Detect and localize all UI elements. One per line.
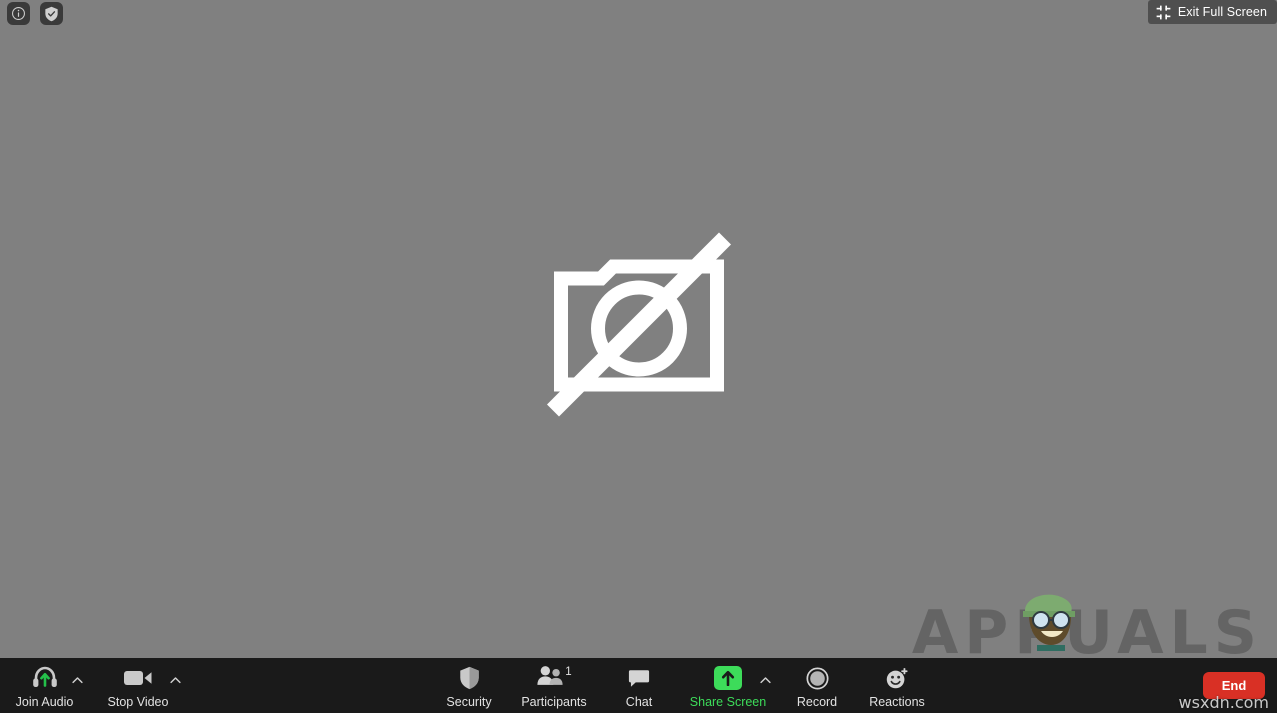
chevron-up-icon — [169, 677, 181, 684]
brand-watermark: APPUALS — [911, 598, 1263, 658]
encryption-status-button[interactable] — [40, 2, 63, 25]
toolbar-item-participants[interactable]: 1 Participants — [513, 665, 595, 709]
headset-with-up-arrow-icon — [32, 666, 57, 687]
participants-label: Participants — [521, 695, 587, 709]
end-meeting-button[interactable]: End — [1203, 672, 1265, 699]
participants-icon-wrap: 1 — [536, 665, 572, 691]
no-video-image-placeholder-icon — [546, 232, 731, 417]
chevron-up-icon — [759, 677, 771, 684]
meeting-toolbar: Join Audio Stop Video Security 1 Partici… — [0, 658, 1277, 713]
reactions-label: Reactions — [869, 695, 925, 709]
mascot-icon — [1023, 594, 1075, 651]
toolbar-item-stop-video[interactable]: Stop Video — [105, 665, 171, 709]
smiley-plus-icon — [886, 667, 907, 688]
speech-bubble-icon — [628, 669, 650, 687]
exit-full-screen-button[interactable]: Exit Full Screen — [1147, 0, 1277, 24]
share-screen-label: Share Screen — [689, 695, 767, 709]
shield-check-icon — [45, 6, 58, 21]
security-icon-wrap — [459, 665, 480, 691]
info-icon — [12, 7, 25, 20]
join-audio-label: Join Audio — [15, 695, 74, 709]
video-camera-icon — [124, 671, 152, 685]
toolbar-item-security[interactable]: Security — [438, 665, 500, 709]
chat-icon-wrap — [628, 665, 650, 691]
shield-icon — [459, 666, 479, 690]
chat-label: Chat — [625, 695, 653, 709]
stop-video-icon-wrap — [123, 665, 153, 691]
stop-video-label: Stop Video — [107, 695, 169, 709]
toolbar-item-join-audio[interactable]: Join Audio — [16, 665, 73, 709]
share-screen-up-arrow-icon — [721, 670, 735, 686]
join-audio-icon-wrap — [32, 665, 58, 691]
no-video-placeholder — [539, 225, 739, 430]
record-circle-icon — [805, 666, 829, 690]
toolbar-item-chat[interactable]: Chat — [612, 665, 666, 709]
record-label: Record — [796, 695, 838, 709]
share-screen-tile — [714, 666, 742, 690]
toolbar-item-share-screen[interactable]: Share Screen — [680, 665, 776, 709]
join-audio-options-caret[interactable] — [70, 673, 84, 687]
meeting-status-chips — [7, 2, 63, 25]
brand-mascot — [1015, 589, 1087, 656]
exit-fullscreen-icon — [1156, 5, 1171, 19]
record-icon-wrap — [805, 665, 829, 691]
share-screen-options-caret[interactable] — [758, 673, 772, 687]
toolbar-item-record[interactable]: Record — [789, 665, 845, 709]
meeting-info-button[interactable] — [7, 2, 30, 25]
brand-watermark-text: APPUALS — [911, 598, 1263, 658]
exit-full-screen-label: Exit Full Screen — [1177, 5, 1267, 19]
video-stage: Exit Full Screen APPUALS — [0, 0, 1277, 658]
stop-video-options-caret[interactable] — [168, 673, 182, 687]
people-icon — [537, 666, 563, 685]
toolbar-item-reactions[interactable]: Reactions — [858, 665, 936, 709]
share-screen-icon-wrap — [714, 665, 742, 691]
reactions-icon-wrap — [885, 665, 910, 691]
chevron-up-icon — [71, 677, 83, 684]
security-label: Security — [446, 695, 492, 709]
participants-count-badge: 1 — [565, 666, 572, 678]
